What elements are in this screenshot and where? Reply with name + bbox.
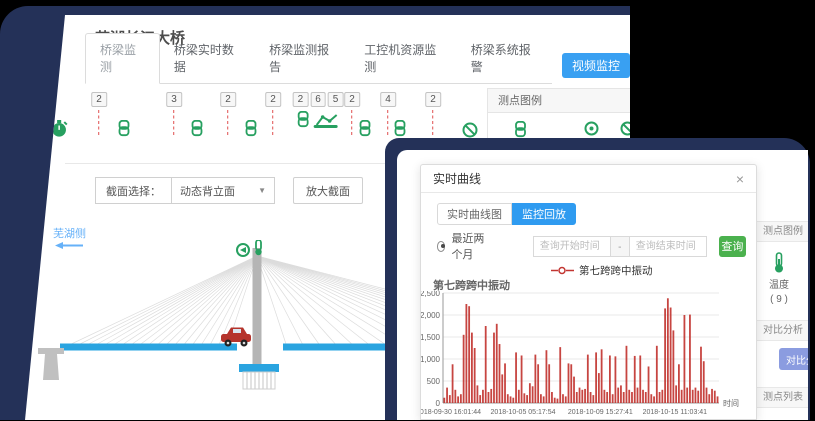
sensor-item-chain[interactable]: [359, 120, 372, 138]
sensor-item-dash[interactable]: 3: [166, 92, 182, 135]
query-form: 最近两个月 - 查询: [437, 235, 746, 257]
chain-sensor-icon[interactable]: [359, 120, 372, 138]
temperature-label: 温度: [760, 279, 798, 293]
main-tab-bar: 桥梁监测桥梁实时数据桥梁监测报告工控机资源监测桥梁系统报警: [85, 56, 552, 84]
svg-text:2018-10-15 11:03:41: 2018-10-15 11:03:41: [643, 409, 708, 416]
end-time-input[interactable]: [629, 236, 707, 257]
sensor-item-dash[interactable]: 2: [344, 92, 360, 135]
sensor-count-badge: 4: [380, 92, 396, 107]
chevron-down-icon: ▼: [258, 186, 266, 195]
detail-legend-header: 测点图例: [757, 221, 808, 242]
sensor-count-badge: 2: [265, 92, 281, 107]
legend-marker-icon: [551, 266, 575, 275]
svg-text:2,500: 2,500: [421, 291, 441, 298]
gauge-icon[interactable]: [584, 121, 599, 136]
vibration-sensor-icon[interactable]: [313, 114, 339, 129]
sensor-item-dash[interactable]: 2: [265, 92, 281, 135]
legend-series-label: 第七跨跨中振动: [579, 263, 653, 278]
dashed-marker: [352, 110, 353, 135]
last-two-months-radio[interactable]: [437, 241, 445, 252]
sensor-count-badge: 5: [328, 92, 344, 107]
sensor-item-dash[interactable]: 2: [91, 92, 107, 135]
tab-realtime-curve[interactable]: 实时曲线图: [437, 203, 512, 225]
tab-main-3[interactable]: 工控机资源监测: [350, 34, 456, 83]
svg-text:1,500: 1,500: [421, 333, 441, 342]
dashed-marker: [174, 110, 175, 135]
realtime-curve-modal: 实时曲线 × 实时曲线图 监控回放 最近两个月 - 查询 第七跨跨中振动: [420, 164, 757, 420]
tab-main-4[interactable]: 桥梁系统报警: [457, 34, 552, 83]
svg-text:2018-10-09 15:27:41: 2018-10-09 15:27:41: [568, 409, 633, 416]
sensor-item-dash[interactable]: 2: [425, 92, 441, 135]
radio-label: 最近两个月: [451, 230, 490, 262]
svg-text:2,000: 2,000: [421, 311, 441, 320]
chain-sensor-icon[interactable]: [514, 121, 527, 139]
temperature-legend-item[interactable]: 温度 ( 9 ): [760, 252, 798, 307]
dashed-marker: [99, 110, 100, 135]
measure-point-detail-window: 测点图例 温度 ( 9 ) 对比分析 对比分析 测点列表 实时曲线 × 实时曲线…: [397, 150, 808, 420]
sensor-count-badge: 2: [91, 92, 107, 107]
video-monitor-button[interactable]: 视频监控: [562, 53, 630, 78]
temperature-count: ( 9 ): [760, 293, 798, 307]
sensor-item-chain[interactable]: [191, 120, 204, 138]
sensor-item-chain[interactable]: [245, 120, 258, 138]
section-select-value: 动态背立面: [180, 183, 235, 199]
section-select-label: 截面选择：: [95, 177, 171, 204]
sensor-count-badge: 2: [425, 92, 441, 107]
modal-tab-bar: 实时曲线图 监控回放: [437, 203, 576, 225]
compare-analysis-button[interactable]: 对比分析: [779, 348, 808, 370]
sensor-item-cluster[interactable]: 265: [293, 92, 344, 129]
dashed-marker: [388, 110, 389, 135]
chain-sensor-icon[interactable]: [297, 111, 310, 129]
section-select-dropdown[interactable]: 动态背立面 ▼: [171, 177, 275, 204]
tab-main-1[interactable]: 桥梁实时数据: [160, 34, 255, 83]
svg-text:500: 500: [427, 377, 441, 386]
chain-sensor-icon[interactable]: [394, 120, 407, 138]
no-entry-icon[interactable]: [462, 122, 478, 138]
dashed-marker: [433, 110, 434, 135]
svg-text:2018-09-30 16:01:44: 2018-09-30 16:01:44: [421, 409, 481, 416]
tab-main-0[interactable]: 桥梁监测: [85, 33, 160, 84]
sensor-count-badge: 3: [166, 92, 182, 107]
dashed-marker: [228, 110, 229, 135]
close-icon[interactable]: ×: [736, 172, 744, 186]
sensor-count-badge: 2: [220, 92, 236, 107]
dashed-marker: [273, 110, 274, 135]
sensor-item-chain[interactable]: [394, 120, 407, 138]
modal-header: 实时曲线 ×: [421, 165, 756, 193]
modal-title: 实时曲线: [433, 170, 481, 187]
sensor-item-noentry[interactable]: [462, 122, 478, 138]
section-controls: 截面选择： 动态背立面 ▼ 放大截面: [95, 177, 363, 204]
thermometer-icon: [772, 252, 786, 274]
vibration-chart: 2,500 2,000 1,500 1,000 500 02018-09-30 16:01…: [421, 291, 758, 421]
svg-text:时间: 时间: [723, 398, 739, 408]
query-button[interactable]: 查询: [719, 236, 746, 257]
point-list-header: 测点列表: [757, 387, 808, 408]
chain-sensor-icon[interactable]: [245, 120, 258, 138]
svg-text:2018-10-05 05:17:54: 2018-10-05 05:17:54: [491, 409, 556, 416]
detail-right-column: 测点图例 温度 ( 9 ) 对比分析 对比分析 测点列表: [757, 150, 808, 420]
time-range-picker: -: [533, 236, 707, 257]
tab-main-2[interactable]: 桥梁监测报告: [255, 34, 350, 83]
svg-text:1,000: 1,000: [421, 355, 441, 364]
sensor-count-badge: 2: [293, 92, 309, 107]
svg-text:0: 0: [436, 399, 441, 408]
start-time-input[interactable]: [533, 236, 611, 257]
tab-monitor-playback[interactable]: 监控回放: [512, 203, 576, 225]
legend-panel-title: 测点图例: [488, 89, 631, 113]
black-overlay: [630, 0, 815, 142]
chain-sensor-icon[interactable]: [118, 120, 131, 138]
chart-legend[interactable]: 第七跨跨中振动: [551, 263, 653, 278]
sensor-count-badge: 6: [310, 92, 326, 107]
sensor-count-badge: 2: [344, 92, 360, 107]
enlarge-section-button[interactable]: 放大截面: [293, 177, 363, 204]
sensor-item-chain[interactable]: [118, 120, 131, 138]
sensor-item-dash[interactable]: 2: [220, 92, 236, 135]
range-separator: -: [611, 236, 629, 257]
compare-section-header: 对比分析: [757, 320, 808, 341]
chain-sensor-icon[interactable]: [191, 120, 204, 138]
